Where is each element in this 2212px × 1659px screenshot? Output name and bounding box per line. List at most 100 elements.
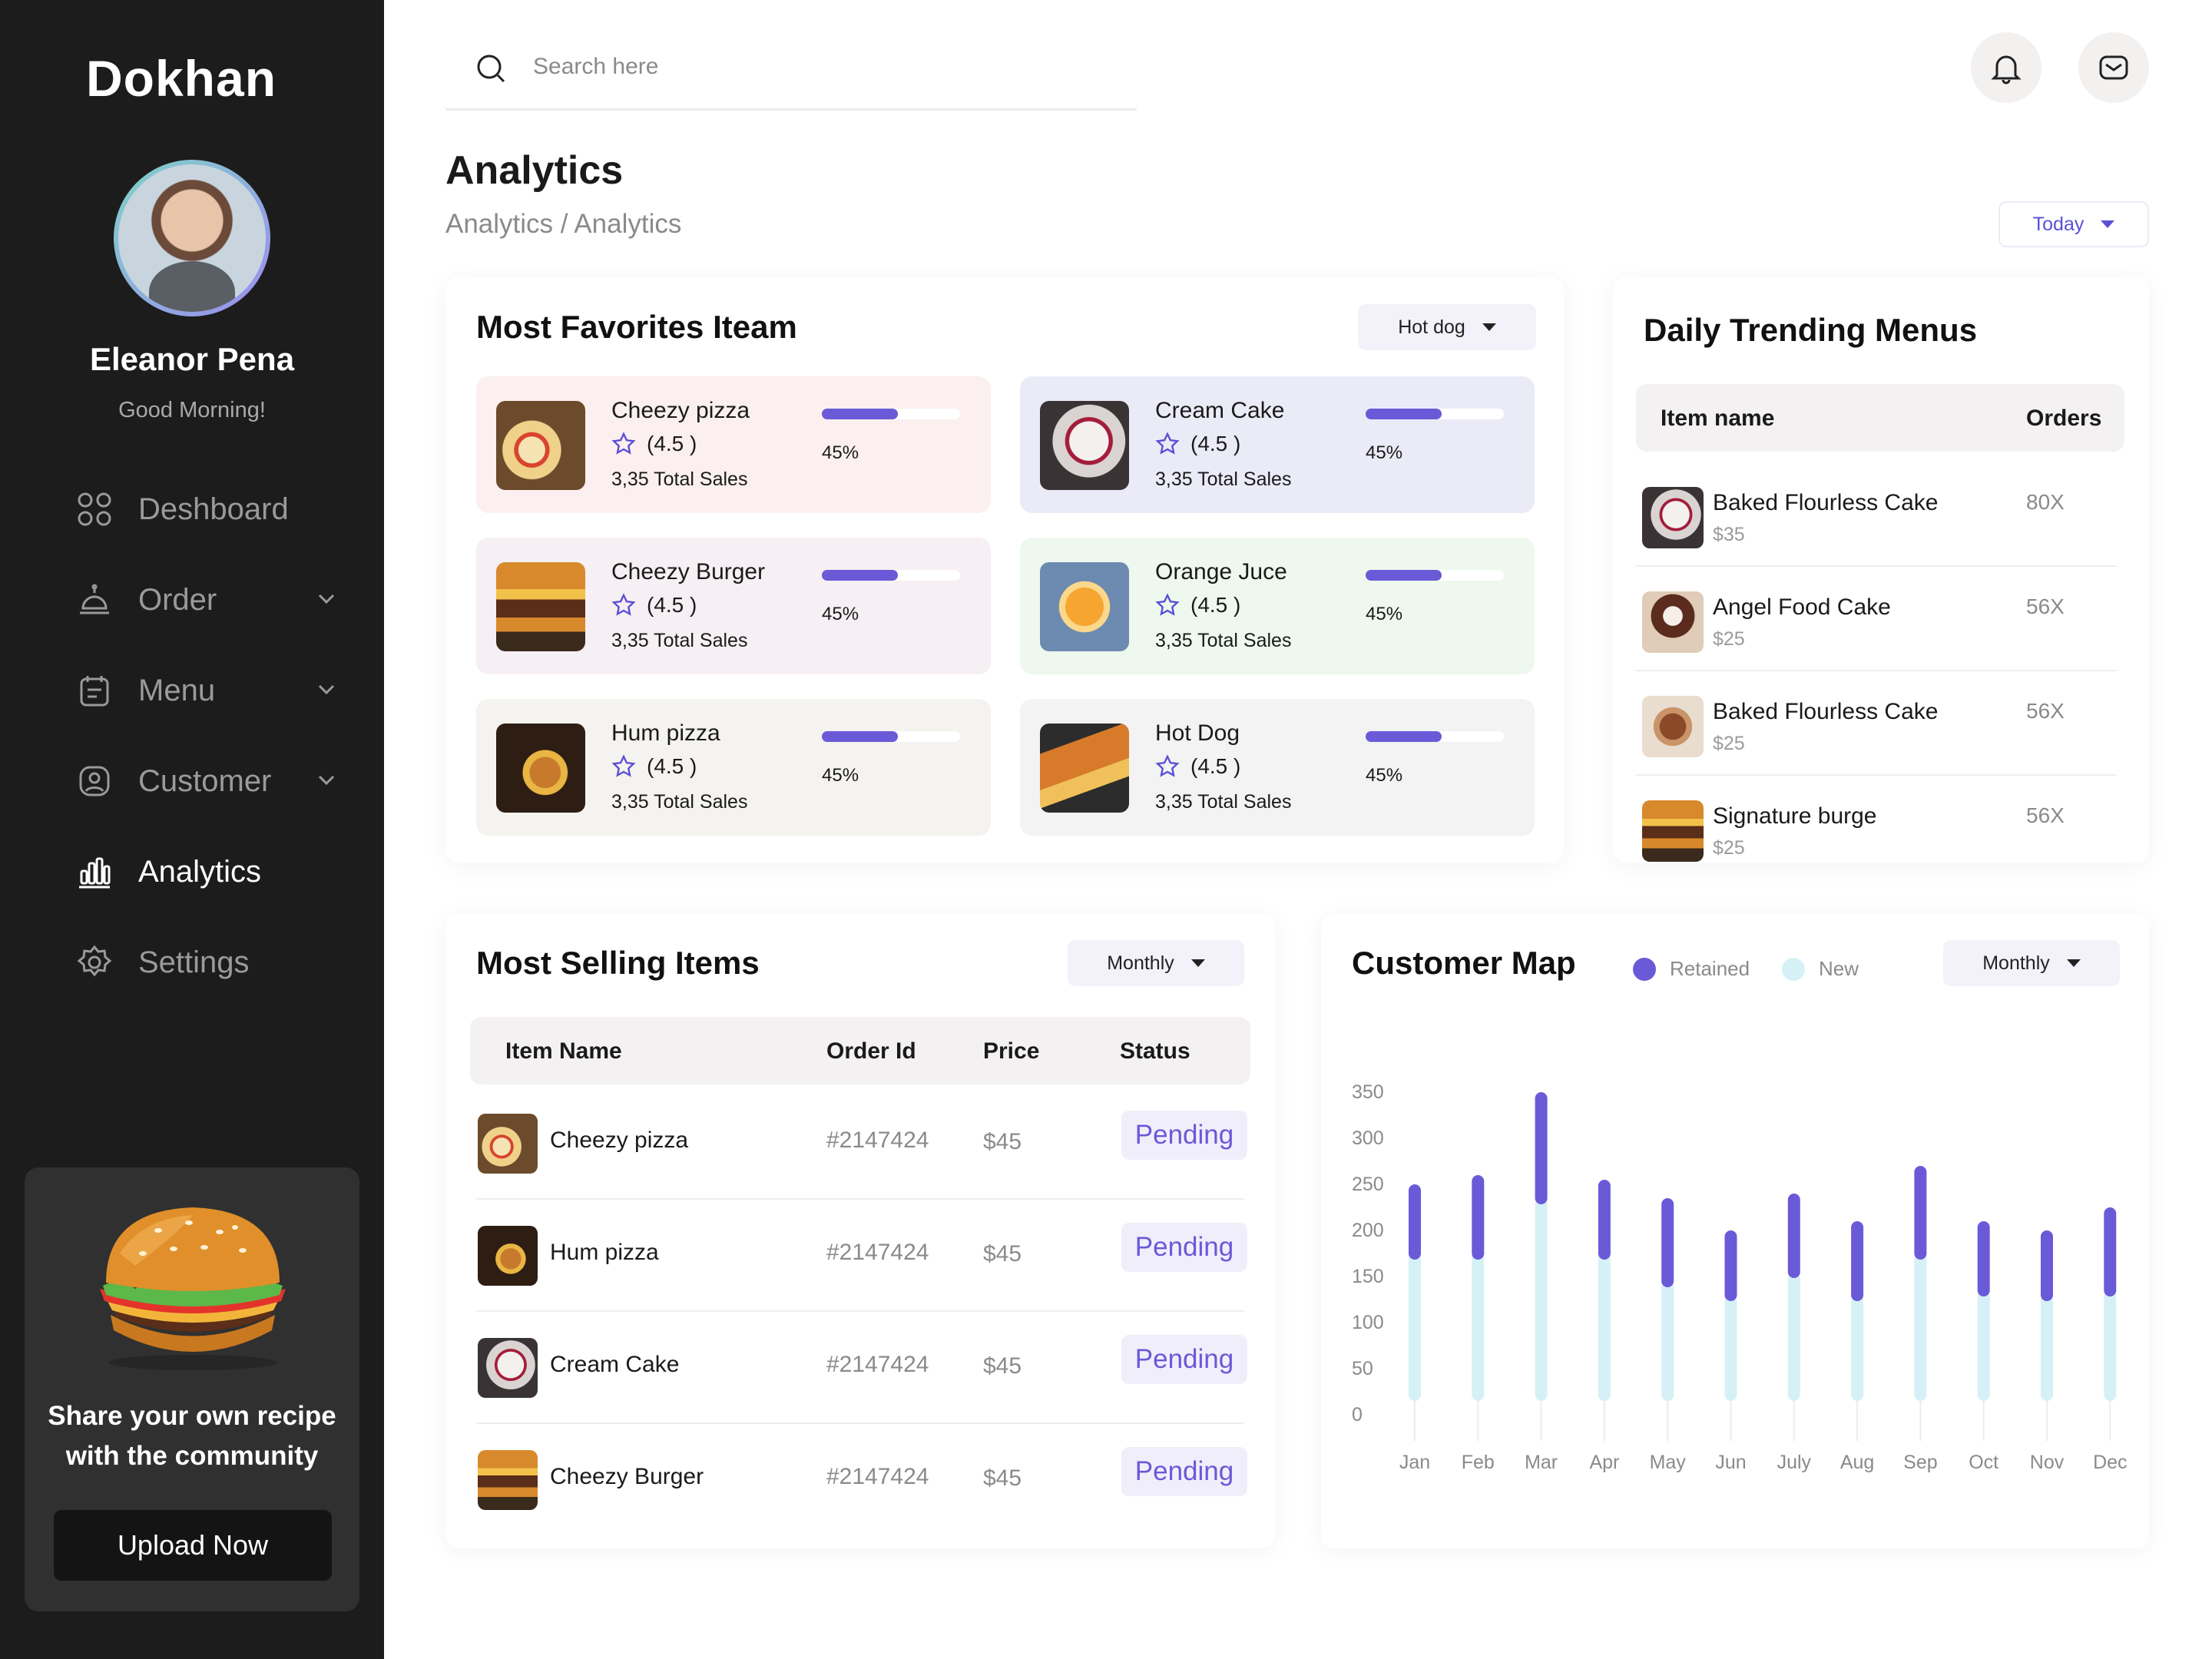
column-header: Price xyxy=(983,1038,1040,1064)
upload-now-button[interactable]: Upload Now xyxy=(54,1510,332,1581)
rating-value: (4.5 ) xyxy=(647,754,697,778)
sidebar-item-label: Analytics xyxy=(138,854,262,889)
favorite-item-sales: 3,35 Total Sales xyxy=(1155,791,1292,813)
rating-value: (4.5 ) xyxy=(647,593,697,617)
table-row[interactable]: Cheezy pizza #2147424 $45 Pending xyxy=(476,1088,1247,1200)
bar-new xyxy=(1977,1290,1990,1401)
trending-item-name: Baked Flourless Cake xyxy=(1713,490,1939,515)
star-icon xyxy=(611,754,636,777)
bar-retained xyxy=(1409,1184,1421,1260)
trending-row[interactable]: Signature burge $25 56X xyxy=(1636,776,2117,880)
status-badge[interactable]: Pending xyxy=(1121,1335,1247,1384)
period-dropdown[interactable]: Today xyxy=(1998,201,2149,247)
favorite-item-rating: (4.5 ) xyxy=(1155,754,1240,779)
favorite-item-sales: 3,35 Total Sales xyxy=(611,469,748,490)
breadcrumb[interactable]: Analytics / Analytics xyxy=(445,209,681,240)
favorite-item[interactable]: Orange Juce (4.5 ) 3,35 Total Sales 45% xyxy=(1020,538,1535,674)
favorite-item[interactable]: Cream Cake (4.5 ) 3,35 Total Sales 45% xyxy=(1020,376,1535,513)
greeting: Good Morning! xyxy=(118,398,266,422)
favorite-item[interactable]: Hum pizza (4.5 ) 3,35 Total Sales 45% xyxy=(476,699,991,836)
favorite-item-rating: (4.5 ) xyxy=(611,432,697,456)
bar-new xyxy=(1409,1253,1421,1401)
table-row[interactable]: Hum pizza #2147424 $45 Pending xyxy=(476,1200,1247,1312)
bar-new xyxy=(1598,1253,1611,1401)
favorite-item-name: Hot Dog xyxy=(1155,720,1240,746)
sidebar-item-customer[interactable]: Customer xyxy=(77,754,338,808)
bar-retained xyxy=(1598,1180,1611,1260)
dropdown-label: Today xyxy=(2032,213,2085,235)
notification-button[interactable] xyxy=(1971,32,2041,103)
item-name: Cheezy Burger xyxy=(550,1464,704,1489)
status-badge[interactable]: Pending xyxy=(1121,1223,1247,1272)
bar-new xyxy=(2041,1295,2053,1401)
column-header: Item name xyxy=(1661,406,1775,431)
progress-percent: 45% xyxy=(1366,765,1403,786)
table-row[interactable]: Cheezy Burger #2147424 $45 Pending xyxy=(476,1424,1247,1536)
customer-map-chart: 0 50 100 150 200 250 300 350 Jan Feb Mar Apr May Jun J… xyxy=(1352,1081,2128,1473)
selling-title: Most Selling Items xyxy=(476,945,760,981)
favorite-item-name: Hum pizza xyxy=(611,720,720,746)
bar-retained xyxy=(1661,1198,1674,1287)
progress-fill xyxy=(822,731,898,742)
food-thumbnail xyxy=(478,1338,538,1398)
favorite-item[interactable]: Hot Dog (4.5 ) 3,35 Total Sales 45% xyxy=(1020,699,1535,836)
customer-icon xyxy=(77,763,112,799)
trending-item-orders: 56X xyxy=(2026,594,2065,618)
trending-row[interactable]: Baked Flourless Cake $25 56X xyxy=(1636,671,2117,776)
burger-illustration xyxy=(100,1207,286,1370)
caret-down-icon xyxy=(2101,220,2115,228)
column-header: Item Name xyxy=(505,1038,622,1064)
promo-text-line: Share your own recipe xyxy=(48,1401,336,1431)
x-tick-label: Feb xyxy=(1462,1452,1495,1473)
sidebar-item-settings[interactable]: Settings xyxy=(77,935,338,989)
search-input[interactable]: Search here xyxy=(533,54,658,80)
selling-table-header: Item Name Order Id Price Status xyxy=(470,1017,1250,1084)
favorites-filter-dropdown[interactable]: Hot dog xyxy=(1358,304,1536,350)
sidebar: Dokhan Eleanor Pena Good Morning! Deshbo… xyxy=(0,0,384,1659)
favorite-item-rating: (4.5 ) xyxy=(1155,432,1240,456)
bar-retained xyxy=(1977,1221,1990,1296)
search-icon xyxy=(477,55,505,83)
status-badge[interactable]: Pending xyxy=(1121,1111,1247,1160)
food-thumbnail xyxy=(1642,591,1704,653)
y-tick-label: 50 xyxy=(1352,1358,1373,1379)
order-id: #2147424 xyxy=(826,1464,929,1489)
x-tick-label: Dec xyxy=(2093,1452,2127,1473)
sidebar-item-dashboard[interactable]: Deshboard xyxy=(77,482,338,536)
search-bar[interactable]: Search here xyxy=(445,45,1137,111)
food-thumbnail xyxy=(478,1114,538,1174)
chevron-down-icon xyxy=(318,594,335,604)
favorite-item[interactable]: Cheezy pizza (4.5 ) 3,35 Total Sales 45% xyxy=(476,376,991,513)
table-row[interactable]: Cream Cake #2147424 $45 Pending xyxy=(476,1312,1247,1424)
trending-item-orders: 80X xyxy=(2026,490,2065,514)
caret-down-icon xyxy=(1482,323,1496,331)
y-tick-label: 150 xyxy=(1352,1266,1384,1287)
progress-percent: 45% xyxy=(822,604,859,624)
status-badge[interactable]: Pending xyxy=(1121,1447,1247,1496)
y-tick-label: 350 xyxy=(1352,1081,1384,1103)
x-tick-label: Sep xyxy=(1903,1452,1937,1473)
trending-item-name: Baked Flourless Cake xyxy=(1713,699,1939,724)
progress-fill xyxy=(822,409,898,419)
sidebar-item-label: Order xyxy=(138,582,217,617)
sidebar-item-menu[interactable]: Menu xyxy=(77,664,338,717)
trending-row[interactable]: Angel Food Cake $25 56X xyxy=(1636,567,2117,671)
star-icon xyxy=(611,432,636,455)
analytics-icon xyxy=(77,854,112,889)
sidebar-item-analytics[interactable]: Analytics xyxy=(77,845,338,899)
favorite-item[interactable]: Cheezy Burger (4.5 ) 3,35 Total Sales 45… xyxy=(476,538,991,674)
trending-item-orders: 56X xyxy=(2026,699,2065,723)
y-tick-label: 200 xyxy=(1352,1220,1384,1241)
messages-button[interactable] xyxy=(2078,32,2149,103)
x-tick-label: Aug xyxy=(1840,1452,1874,1473)
bar-retained xyxy=(1724,1230,1737,1301)
dropdown-label: Hot dog xyxy=(1398,316,1465,338)
avatar-image xyxy=(118,164,266,312)
order-id: #2147424 xyxy=(826,1128,929,1153)
food-thumbnail xyxy=(1642,487,1704,548)
food-thumbnail xyxy=(496,562,585,651)
sidebar-item-order[interactable]: Order xyxy=(77,573,338,627)
trending-row[interactable]: Baked Flourless Cake $35 80X xyxy=(1636,462,2117,567)
progress-percent: 45% xyxy=(822,442,859,463)
selling-filter-dropdown[interactable]: Monthly xyxy=(1068,940,1244,986)
